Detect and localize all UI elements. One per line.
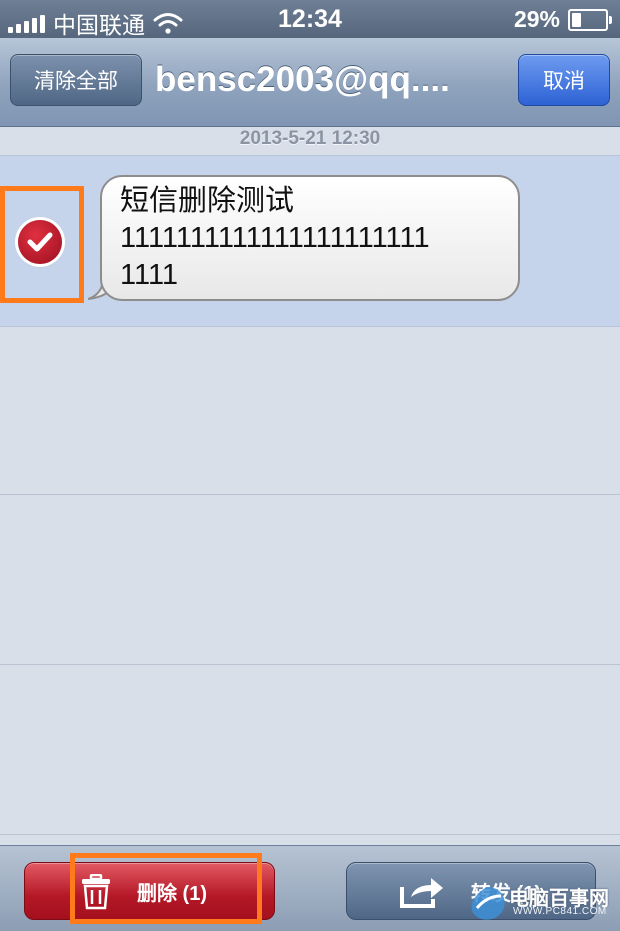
checkbox-highlight-frame	[0, 186, 84, 303]
watermark-icon	[471, 887, 505, 920]
navigation-bar: 清除全部 bensc2003@qq.... 取消	[0, 38, 620, 127]
message-bubble[interactable]: 短信删除测试 1111111111111111111111 1111	[100, 175, 520, 301]
share-arrow-icon	[400, 878, 443, 908]
row-divider	[0, 664, 620, 665]
cancel-button[interactable]: 取消	[518, 54, 610, 106]
message-timestamp: 2013-5-21 12:30	[239, 128, 381, 149]
watermark-url: WWW.PC841.COM	[513, 906, 607, 917]
row-divider	[0, 834, 620, 835]
clear-all-button[interactable]: 清除全部	[10, 54, 142, 106]
watermark-logo: 电脑百事网 WWW.PC841.COM	[467, 880, 612, 925]
status-bar: 中国联通 12:34 29%	[0, 0, 620, 38]
battery-icon	[568, 8, 612, 31]
row-divider	[0, 494, 620, 495]
message-line: 1111111111111111111111	[120, 222, 430, 254]
battery-group: 29%	[513, 6, 612, 33]
battery-percent: 29%	[513, 6, 560, 32]
message-line: 1111	[120, 259, 179, 291]
delete-highlight-frame	[70, 853, 262, 924]
message-line: 短信删除测试	[120, 185, 295, 217]
page-title: bensc2003@qq....	[155, 60, 450, 99]
